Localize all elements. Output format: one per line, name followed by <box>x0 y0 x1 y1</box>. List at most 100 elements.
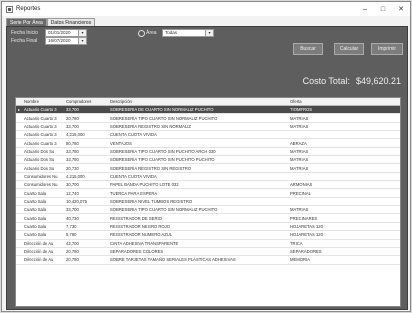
buscar-button[interactable]: Buscar <box>293 43 323 55</box>
table-row[interactable]: Actuario Cuarto 3 80,780 VENTAJOS ABRAZA <box>16 138 400 148</box>
table-row[interactable]: Cuarto Sala 40,730 REGISTRADOR DE SERIO PRE… <box>16 213 400 223</box>
cell-descripcion: CUENTA CUOTA VIVIDA <box>108 172 288 182</box>
cell-descripcion: VENTAJOS <box>108 138 288 148</box>
area-select[interactable]: Todas <box>162 29 206 37</box>
cell-descripcion: SOBRESERIA TIPO CUARTO SIN NORMALIZ PUCH… <box>108 205 288 215</box>
cell-descripcion: REGISTRADOR DE SERIO <box>108 213 288 223</box>
cell-oferta: SEPARADORES <box>288 247 400 257</box>
title-bar: Reportes – □ ✕ <box>2 2 410 16</box>
cell-nombre: Cuarto Sala <box>22 205 64 215</box>
table-row[interactable]: Dirección de Au 20,780 SEPARADORES COLORES… <box>16 247 400 257</box>
cell-compradores: 4,215,000 <box>64 172 108 182</box>
fecha-final-calendar-dropdown[interactable]: ▾ <box>78 37 87 45</box>
cell-nombre: Cuarto Sala <box>22 230 64 240</box>
cell-oferta: TRICA <box>288 239 400 248</box>
column-header-nombre[interactable]: Nombre <box>22 98 64 106</box>
fecha-inicio-input[interactable]: 01/01/2020 <box>45 29 79 37</box>
column-header-descripcion[interactable]: Descripción <box>108 98 288 106</box>
cell-oferta: HOJARETAS 120 <box>288 230 400 240</box>
fecha-final-input[interactable]: 16/07/2020 <box>45 37 79 45</box>
table-row[interactable]: Consumidores Nu 30,700 PAPEL BANDA PUCHITO… <box>16 180 400 190</box>
table-row[interactable]: Actuario Cuarto 3 4,215,000 CUENTA CUOTA V… <box>16 130 400 140</box>
cell-compradores: 33,700 <box>64 105 108 115</box>
table-row[interactable]: Dirección de Au 20,780 SOBRE TARJETAS TAMA… <box>16 255 400 265</box>
cell-oferta <box>288 172 400 182</box>
cell-compradores: 80,780 <box>64 138 108 148</box>
cell-compradores: 33,700 <box>64 205 108 215</box>
table-row[interactable]: Cuarto Sala 5,780 REGISTRADOR NUMERO AZUL H… <box>16 230 400 240</box>
table-row[interactable]: Cuarto Sala 12,740 TUERCA PARA ESPERA PRECI… <box>16 188 400 198</box>
cell-oferta: PRECINAL <box>288 188 400 198</box>
cell-nombre: Dirección de Au <box>22 255 64 265</box>
table-row[interactable]: Cuarto Sala 10,420,075 SOBRESERIA NIVEL TU… <box>16 197 400 207</box>
cell-nombre: Actuario Cuarto 3 <box>22 105 64 115</box>
cell-nombre: Actuario Cuarto 3 <box>22 122 64 132</box>
minimize-button[interactable]: – <box>356 2 374 16</box>
cell-oferta: MATRIAS <box>288 147 400 157</box>
cell-descripcion: CUENTA CUOTA VIVIDA <box>108 130 288 140</box>
cell-descripcion: SOBRESERIA REGISTRO SIN NORMALIZ <box>108 122 288 132</box>
cell-compradores: 33,780 <box>64 155 108 165</box>
cell-compradores: 42,700 <box>64 239 108 248</box>
cell-descripcion: SOBRESERIA REGISTRO SIN REGISTRO <box>108 163 288 173</box>
cell-oferta: MEMORIA <box>288 255 400 265</box>
cell-oferta <box>288 130 400 140</box>
cell-descripcion: SOBRESERIA TIPO CUARTO SIN PUCHITO PUCHI… <box>108 155 288 165</box>
table-row[interactable]: Actuario Dos Su 20,730 SOBRESERIA REGISTRO… <box>16 163 400 173</box>
cell-descripcion: SOBRESERIA TIPO CUARTO SIN PUCHITO ARCH … <box>108 147 288 157</box>
cell-compradores: 4,215,000 <box>64 130 108 140</box>
table-row[interactable]: Dirección de Au 42,700 CINTA ADHESIVA TRAN… <box>16 239 400 248</box>
close-button[interactable]: ✕ <box>392 2 410 16</box>
column-header-oferta[interactable]: Oferta <box>288 98 400 106</box>
window-title: Reportes <box>16 6 41 12</box>
cell-nombre: Actuario Dos Su <box>22 163 64 173</box>
cell-compradores: 33,700 <box>64 122 108 132</box>
costo-total-value: $49,620.21 <box>355 76 401 86</box>
maximize-button[interactable]: □ <box>374 2 392 16</box>
cell-oferta: ABRAZA <box>288 138 400 148</box>
table-row[interactable]: Cuarto Sala 7,730 REGISTRADOR NEGRO ROJO HO… <box>16 222 400 232</box>
cell-oferta: ARMONIAS <box>288 180 400 190</box>
cell-nombre: Cuarto Sala <box>22 213 64 223</box>
fecha-inicio-calendar-dropdown[interactable]: ▾ <box>78 29 87 37</box>
area-radio[interactable] <box>138 30 145 37</box>
cell-nombre: Actuario Cuarto 3 <box>22 138 64 148</box>
table-row[interactable]: Actuario Cuarto 3 20,780 SOBRESERIA TIPO C… <box>16 113 400 123</box>
costo-total: Costo Total: $49,620.21 <box>303 76 401 86</box>
cell-oferta: PRECINARES <box>288 213 400 223</box>
cell-nombre: Actuario Dos Su <box>22 147 64 157</box>
table-row[interactable]: ▸ Actuario Cuarto 3 33,700 SOBRESERIA DE CU… <box>16 105 400 115</box>
cell-descripcion: SOBRE TARJETAS TAMAÑO SERIALES PLÁSTICAS… <box>108 255 288 265</box>
cell-compradores: 12,740 <box>64 188 108 198</box>
cell-nombre: Consumidores Nu <box>22 180 64 190</box>
area-radio-label: Área <box>146 30 157 36</box>
cell-nombre: Actuario Dos Su <box>22 155 64 165</box>
table-row[interactable]: Consumidores Nu 4,215,000 CUENTA CUOTA VIV… <box>16 172 400 182</box>
cell-compradores: 20,780 <box>64 113 108 123</box>
table-row[interactable]: Actuario Cuarto 3 33,700 SOBRESERIA REGIST… <box>16 122 400 132</box>
calcular-button[interactable]: Calcular <box>334 43 364 55</box>
cell-oferta: HOJARETAS 120 <box>288 222 400 232</box>
costo-total-label: Costo Total: <box>302 76 350 86</box>
imprimir-button[interactable]: Imprimir <box>371 43 403 55</box>
cell-oferta: TIOMFROS <box>288 105 400 115</box>
area-select-chevron[interactable]: ▾ <box>205 29 214 37</box>
cell-descripcion: CINTA ADHESIVA TRANSPARENTE <box>108 239 288 248</box>
cell-nombre: Consumidores Nu <box>22 172 64 182</box>
table-row[interactable]: Actuario Dos Su 33,780 SOBRESERIA TIPO CUA… <box>16 155 400 165</box>
cell-compradores: 10,420,075 <box>64 197 108 207</box>
cell-descripcion: PAPEL BANDA PUCHITO LOTE 032 <box>108 180 288 190</box>
cell-nombre: Dirección de Au <box>22 247 64 257</box>
table-row[interactable]: Actuario Dos Su 33,780 SOBRESERIA TIPO CUA… <box>16 147 400 157</box>
table-header-row: Nombre Compradores Descripción Oferta <box>16 98 400 106</box>
results-table[interactable]: Nombre Compradores Descripción Oferta ▸ A… <box>15 97 401 307</box>
cell-nombre: Dirección de Au <box>22 239 64 248</box>
cell-compradores: 5,780 <box>64 230 108 240</box>
cell-oferta: MATRIAS <box>288 122 400 132</box>
app-icon <box>6 5 13 13</box>
cell-nombre: Cuarto Sala <box>22 188 64 198</box>
column-header-compradores[interactable]: Compradores <box>64 98 108 106</box>
cell-oferta <box>288 197 400 207</box>
table-row[interactable]: Cuarto Sala 33,700 SOBRESERIA TIPO CUARTO … <box>16 205 400 215</box>
cell-compradores: 40,730 <box>64 213 108 223</box>
